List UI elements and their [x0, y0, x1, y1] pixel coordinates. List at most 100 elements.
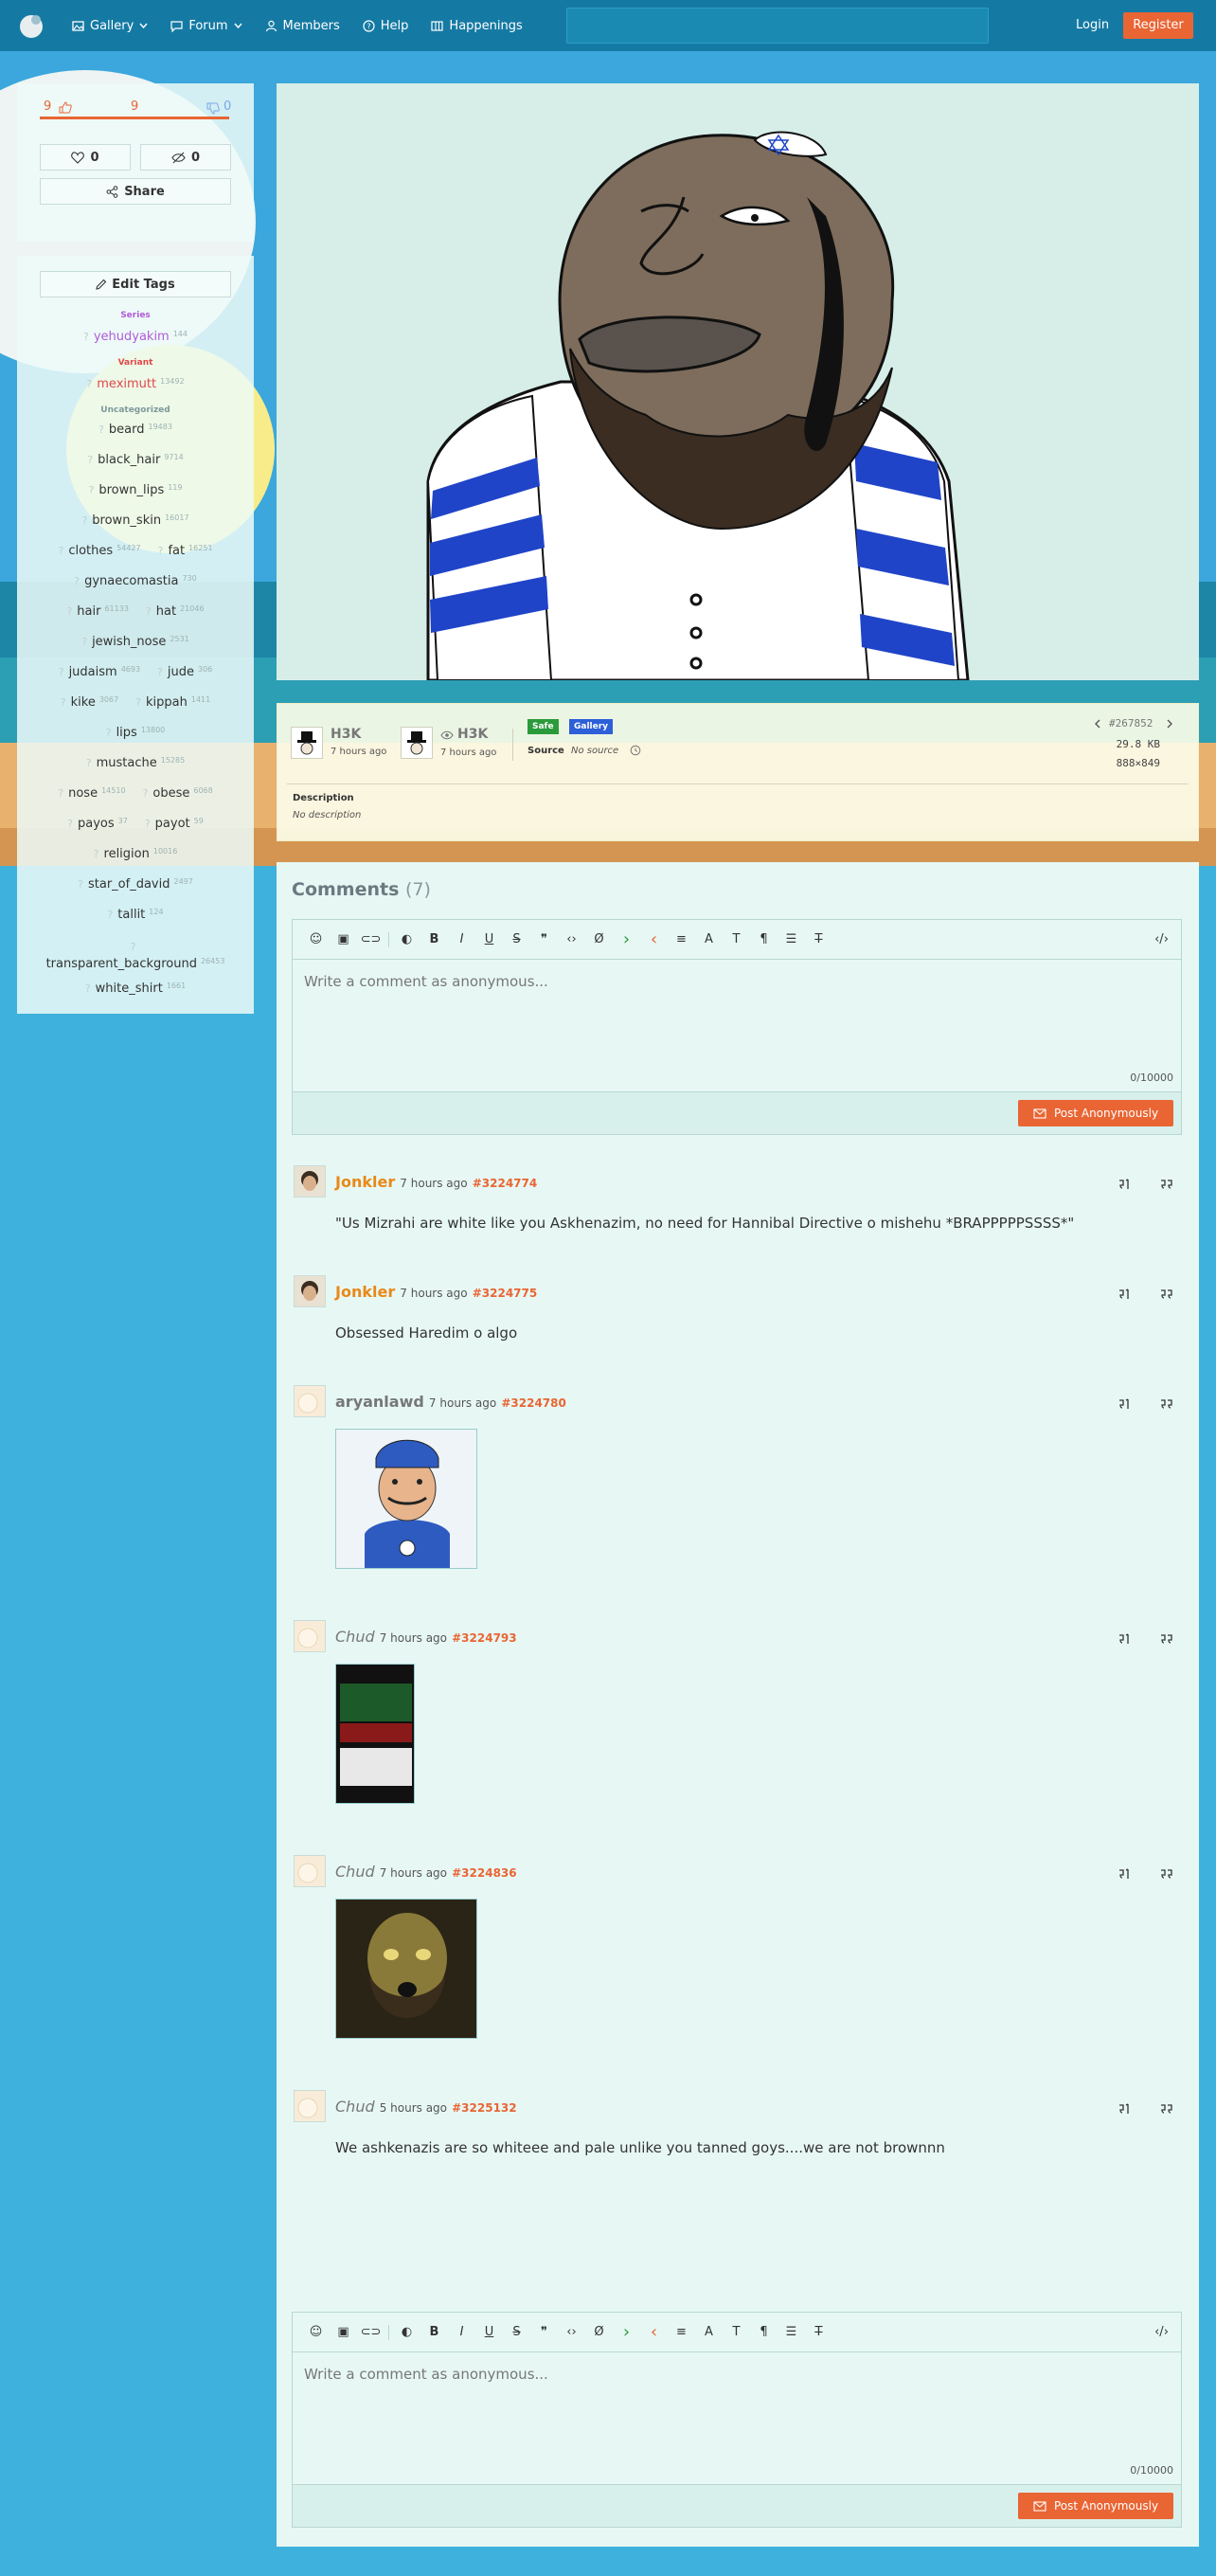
tag-help-icon[interactable]: ?	[78, 878, 83, 891]
quote-icon[interactable]	[1157, 1175, 1176, 1194]
link-icon[interactable]: ⊂⊃	[357, 926, 384, 953]
clear-format-icon[interactable]: T̶	[805, 926, 832, 953]
comment-username[interactable]: Chud	[335, 1863, 375, 1881]
spoiler-icon[interactable]: Ø	[585, 926, 613, 953]
commenter-avatar[interactable]	[294, 1855, 326, 1887]
tag-link[interactable]: payos	[78, 817, 115, 831]
uploader-avatar[interactable]	[291, 727, 323, 759]
fave-button[interactable]: 0	[40, 144, 131, 171]
list-icon[interactable]: ☰	[778, 2318, 805, 2346]
register-button[interactable]: Register	[1123, 12, 1193, 39]
nav-members[interactable]: Members	[265, 19, 340, 33]
comment-textarea[interactable]: Write a comment as anonymous... 0/10000	[293, 2352, 1181, 2485]
comment-attachment-image[interactable]	[335, 1664, 415, 1804]
tag-link[interactable]: black_hair	[98, 453, 160, 467]
tag-help-icon[interactable]: ?	[131, 941, 136, 953]
tag-help-icon[interactable]: ?	[143, 787, 149, 800]
nav-help[interactable]: ? Help	[363, 19, 408, 33]
chevron-left-icon[interactable]	[1094, 719, 1101, 729]
quote-icon[interactable]	[1157, 1864, 1176, 1883]
search-input[interactable]	[566, 8, 989, 44]
reply-quote-icon[interactable]	[1116, 1285, 1135, 1304]
tag-link[interactable]: transparent_background	[46, 957, 197, 971]
underline-icon[interactable]: U	[475, 2318, 503, 2346]
tag-link[interactable]: brown_lips	[98, 483, 164, 497]
comment-username[interactable]: Chud	[335, 1628, 375, 1646]
tag-link[interactable]: fat	[168, 544, 185, 558]
quote-icon[interactable]: ❞	[530, 926, 558, 953]
tag-help-icon[interactable]: ?	[81, 514, 87, 527]
tag-link[interactable]: beard	[109, 423, 145, 437]
tag-link[interactable]: jude	[168, 665, 194, 679]
comment-attachment-image[interactable]	[335, 1899, 477, 2039]
tag-help-icon[interactable]: ?	[81, 636, 87, 648]
text-color-icon[interactable]: A	[695, 926, 723, 953]
reply-quote-icon[interactable]	[1116, 1630, 1135, 1648]
tag-help-icon[interactable]: ?	[83, 331, 89, 343]
source-code-icon[interactable]: ‹/›	[1148, 926, 1175, 953]
viewer-avatar[interactable]	[401, 727, 433, 759]
chevron-right-icon[interactable]: ›	[613, 926, 640, 953]
tag-link[interactable]: obese	[152, 786, 189, 801]
commenter-avatar[interactable]	[294, 1620, 326, 1652]
history-icon[interactable]	[630, 745, 641, 756]
paragraph-icon[interactable]: ¶	[750, 926, 778, 953]
comment-number[interactable]: #3224774	[473, 1177, 538, 1190]
login-link[interactable]: Login	[1066, 13, 1118, 38]
paragraph-icon[interactable]: ¶	[750, 2318, 778, 2346]
thumbs-up-icon[interactable]	[59, 101, 72, 114]
palette-icon[interactable]: ◐	[393, 926, 420, 953]
align-left-icon[interactable]: ≡	[668, 926, 695, 953]
viewer-name[interactable]: H3K	[457, 727, 488, 742]
tag-help-icon[interactable]: ?	[58, 545, 63, 557]
underline-icon[interactable]: U	[475, 926, 503, 953]
nav-happenings[interactable]: Happenings	[431, 19, 523, 33]
tag-help-icon[interactable]: ?	[98, 423, 104, 436]
tag-help-icon[interactable]: ?	[157, 666, 163, 678]
tag-link[interactable]: lips	[116, 726, 137, 740]
tag-help-icon[interactable]: ?	[158, 545, 164, 557]
chevron-right-icon[interactable]	[1166, 719, 1173, 729]
comment-username[interactable]: Chud	[335, 2098, 375, 2116]
clear-format-icon[interactable]: T̶	[805, 2318, 832, 2346]
tag-help-icon[interactable]: ?	[94, 848, 99, 860]
commenter-avatar[interactable]	[294, 2090, 326, 2122]
strikethrough-icon[interactable]: S	[503, 2318, 530, 2346]
comment-username[interactable]: Jonkler	[335, 1173, 395, 1191]
comment-textarea[interactable]: Write a comment as anonymous... 0/10000	[293, 960, 1181, 1092]
tag-help-icon[interactable]: ?	[74, 575, 80, 587]
site-logo-icon[interactable]	[17, 11, 45, 40]
code-icon[interactable]: ‹›	[558, 2318, 585, 2346]
tag-link[interactable]: payot	[155, 817, 190, 831]
chevron-left-icon[interactable]: ‹	[640, 2318, 668, 2346]
tag-link[interactable]: hair	[77, 604, 100, 619]
italic-icon[interactable]: I	[448, 2318, 475, 2346]
reply-quote-icon[interactable]	[1116, 1395, 1135, 1414]
image-icon[interactable]: ▣	[330, 2318, 357, 2346]
comment-number[interactable]: #3224793	[452, 1631, 517, 1645]
chevron-right-icon[interactable]: ›	[613, 2318, 640, 2346]
nav-gallery[interactable]: Gallery	[72, 19, 148, 33]
comment-username[interactable]: Jonkler	[335, 1283, 395, 1301]
tag-help-icon[interactable]: ?	[107, 909, 113, 921]
list-icon[interactable]: ☰	[778, 926, 805, 953]
tag-link[interactable]: kippah	[146, 695, 188, 710]
hide-button[interactable]: 0	[140, 144, 231, 171]
post-anonymously-button[interactable]: Post Anonymously	[1018, 1100, 1173, 1126]
tag-help-icon[interactable]: ?	[67, 818, 73, 830]
tag-link[interactable]: hat	[156, 604, 176, 619]
tag-link[interactable]: judaism	[69, 665, 117, 679]
image-icon[interactable]: ▣	[330, 926, 357, 953]
commenter-avatar[interactable]	[294, 1385, 326, 1417]
nav-forum[interactable]: Forum	[170, 19, 242, 33]
emoji-icon[interactable]: ☺	[302, 926, 330, 953]
source-code-icon[interactable]: ‹/›	[1148, 2318, 1175, 2346]
tag-help-icon[interactable]: ?	[146, 605, 152, 618]
tag-link[interactable]: kike	[71, 695, 96, 710]
font-size-icon[interactable]: T	[723, 2318, 750, 2346]
comment-number[interactable]: #3225132	[452, 2101, 517, 2115]
comment-attachment-image[interactable]	[335, 1429, 477, 1569]
strikethrough-icon[interactable]: S	[503, 926, 530, 953]
share-button[interactable]: Share	[40, 178, 231, 205]
gallery-badge[interactable]: Gallery	[569, 719, 614, 734]
